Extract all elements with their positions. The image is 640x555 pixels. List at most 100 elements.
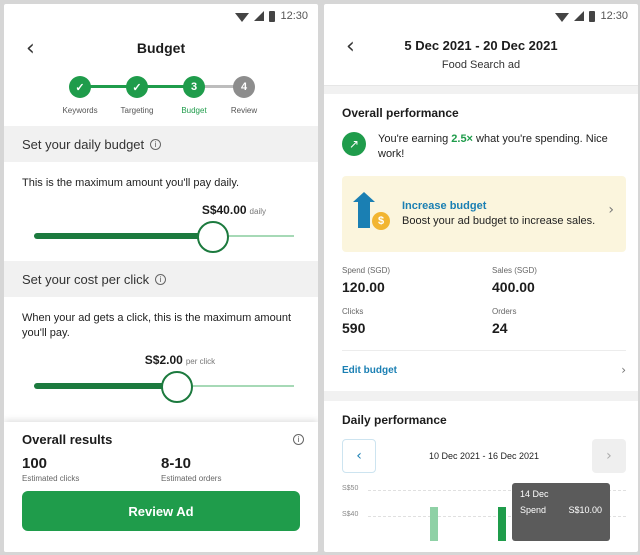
budget-growth-icon: $ <box>353 192 394 234</box>
stat-label: Spend (SGD) <box>342 266 391 275</box>
cost-per-click-title: Set your cost per click <box>22 271 150 287</box>
cost-per-click-amount: S$2.00 per click <box>4 353 318 367</box>
page-title: Budget <box>136 40 186 56</box>
increase-budget-card[interactable]: $ Increase budget Boost your ad budget t… <box>342 176 626 252</box>
daily-budget-description: This is the maximum amount you'll pay da… <box>22 177 240 189</box>
check-icon: ✓ <box>75 81 85 94</box>
coin-icon: $ <box>372 212 390 230</box>
chevron-right-icon: › <box>608 202 614 218</box>
tooltip-date: 14 Dec <box>520 489 549 499</box>
cost-per-click-description: When your ad gets a click, this is the m… <box>22 312 291 339</box>
results-metrics: 100 Estimated clicks 8-10 Estimated orde… <box>22 455 300 483</box>
chevron-right-icon: › <box>621 363 626 377</box>
stat-clicks: Clicks 590 <box>342 307 492 336</box>
info-icon[interactable]: i <box>155 273 167 285</box>
arrow-up-icon <box>353 192 375 228</box>
slider-thumb[interactable] <box>161 371 193 403</box>
overall-results-panel: Overall results i 100 Estimated clicks 8… <box>4 422 318 552</box>
earning-prefix: You're earning <box>378 133 449 145</box>
tooltip-label: Spend <box>520 505 547 515</box>
check-icon: ✓ <box>132 81 142 94</box>
status-bar: 12:30 <box>324 4 638 28</box>
tooltip-value: S$10.00 <box>568 505 602 515</box>
step-review[interactable]: 4 <box>233 76 255 98</box>
daily-budget-title: Set your daily budget <box>22 136 145 152</box>
stat-orders: Orders 24 <box>492 307 622 336</box>
step-label: Targeting <box>120 106 154 115</box>
daily-budget-slider[interactable] <box>34 221 294 253</box>
estimated-clicks-label: Estimated clicks <box>22 474 80 483</box>
slider-fill <box>34 383 177 389</box>
back-chevron-icon[interactable]: ‹ <box>346 34 355 59</box>
progress-stepper: ✓ ✓ 3 4 Keywords Targeting Budget Review <box>4 68 318 126</box>
estimated-orders-label: Estimated orders <box>161 474 222 483</box>
stat-label: Clicks <box>342 307 364 316</box>
previous-week-button[interactable]: ‹ <box>342 439 376 473</box>
chart-bar[interactable] <box>430 507 438 541</box>
estimated-clicks: 100 Estimated clicks <box>22 455 161 483</box>
daily-budget-heading: Set your daily budget i <box>4 126 318 162</box>
earning-multiplier: 2.5× <box>451 133 473 145</box>
tooltip-row: Spend S$10.00 <box>520 505 602 515</box>
step-label: Review <box>230 106 258 115</box>
back-chevron-icon[interactable]: ‹ <box>26 36 35 61</box>
step-targeting[interactable]: ✓ <box>126 76 148 98</box>
overall-performance-title: Overall performance <box>342 106 459 120</box>
daily-budget-value: S$40.00 <box>201 203 247 217</box>
edit-budget-link[interactable]: Edit budget <box>342 365 397 376</box>
status-bar: 12:30 <box>4 4 318 28</box>
cost-per-click-slider[interactable] <box>34 371 294 403</box>
stat-value: 590 <box>342 320 366 336</box>
info-icon[interactable]: i <box>150 138 162 150</box>
estimated-orders: 8-10 Estimated orders <box>161 455 300 483</box>
battery-icon <box>589 10 596 22</box>
earning-text: You're earning 2.5× what you're spending… <box>378 132 620 162</box>
estimated-orders-value: 8-10 <box>161 455 192 472</box>
status-time: 12:30 <box>280 10 308 22</box>
review-ad-button[interactable]: Review Ad <box>22 491 300 531</box>
battery-icon <box>269 10 276 22</box>
cost-per-click-unit: per click <box>185 357 216 366</box>
overall-results-title: Overall results <box>22 432 113 447</box>
estimated-clicks-value: 100 <box>22 455 48 472</box>
week-range: 10 Dec 2021 - 16 Dec 2021 <box>428 451 540 461</box>
chart-bar[interactable] <box>498 507 506 541</box>
chevron-right-icon: › <box>606 448 612 464</box>
chart-tooltip: 14 Dec Spend S$10.00 <box>512 483 610 541</box>
chevron-left-icon: ‹ <box>356 448 362 464</box>
daily-budget-unit: daily <box>249 207 266 216</box>
header: ‹ Budget <box>4 28 318 68</box>
signal-icon <box>254 11 265 21</box>
promo-text: Increase budget Boost your ad budget to … <box>402 200 602 229</box>
stat-label: Orders <box>492 307 517 316</box>
step-number: 3 <box>190 81 198 93</box>
slider-thumb[interactable] <box>197 221 229 253</box>
stat-spend: Spend (SGD) 120.00 <box>342 266 492 295</box>
performance-stats: Spend (SGD) 120.00 Sales (SGD) 400.00 Cl… <box>324 252 638 336</box>
stat-value: 120.00 <box>342 279 385 295</box>
date-range-title: 5 Dec 2021 - 20 Dec 2021 <box>404 38 558 53</box>
status-time: 12:30 <box>600 10 628 22</box>
daily-performance-title: Daily performance <box>342 413 447 427</box>
budget-screen: 12:30 ‹ Budget ✓ ✓ 3 4 Keywords Targetin… <box>4 4 318 552</box>
daily-budget-amount: S$40.00 daily <box>4 203 318 217</box>
stat-label: Sales (SGD) <box>492 266 537 275</box>
step-keywords[interactable]: ✓ <box>69 76 91 98</box>
header: ‹ 5 Dec 2021 - 20 Dec 2021 Food Search a… <box>324 28 638 86</box>
divider <box>324 86 638 94</box>
next-week-button[interactable]: › <box>591 439 626 473</box>
trending-up-icon: ↗ <box>342 132 366 156</box>
cost-per-click-heading: Set your cost per click i <box>4 261 318 297</box>
cost-per-click-value: S$2.00 <box>144 353 183 367</box>
wifi-icon <box>555 12 570 22</box>
slider-fill <box>34 233 213 239</box>
stat-value: 24 <box>492 320 508 336</box>
signal-icon <box>574 11 585 21</box>
promo-title: Increase budget <box>402 199 487 212</box>
step-label: Keywords <box>62 106 98 115</box>
step-budget[interactable]: 3 <box>183 76 205 98</box>
promo-body: Boost your ad budget to increase sales. <box>402 214 596 227</box>
info-icon[interactable]: i <box>293 434 304 445</box>
edit-budget-row[interactable]: Edit budget › <box>342 350 626 377</box>
stat-value: 400.00 <box>492 279 535 295</box>
